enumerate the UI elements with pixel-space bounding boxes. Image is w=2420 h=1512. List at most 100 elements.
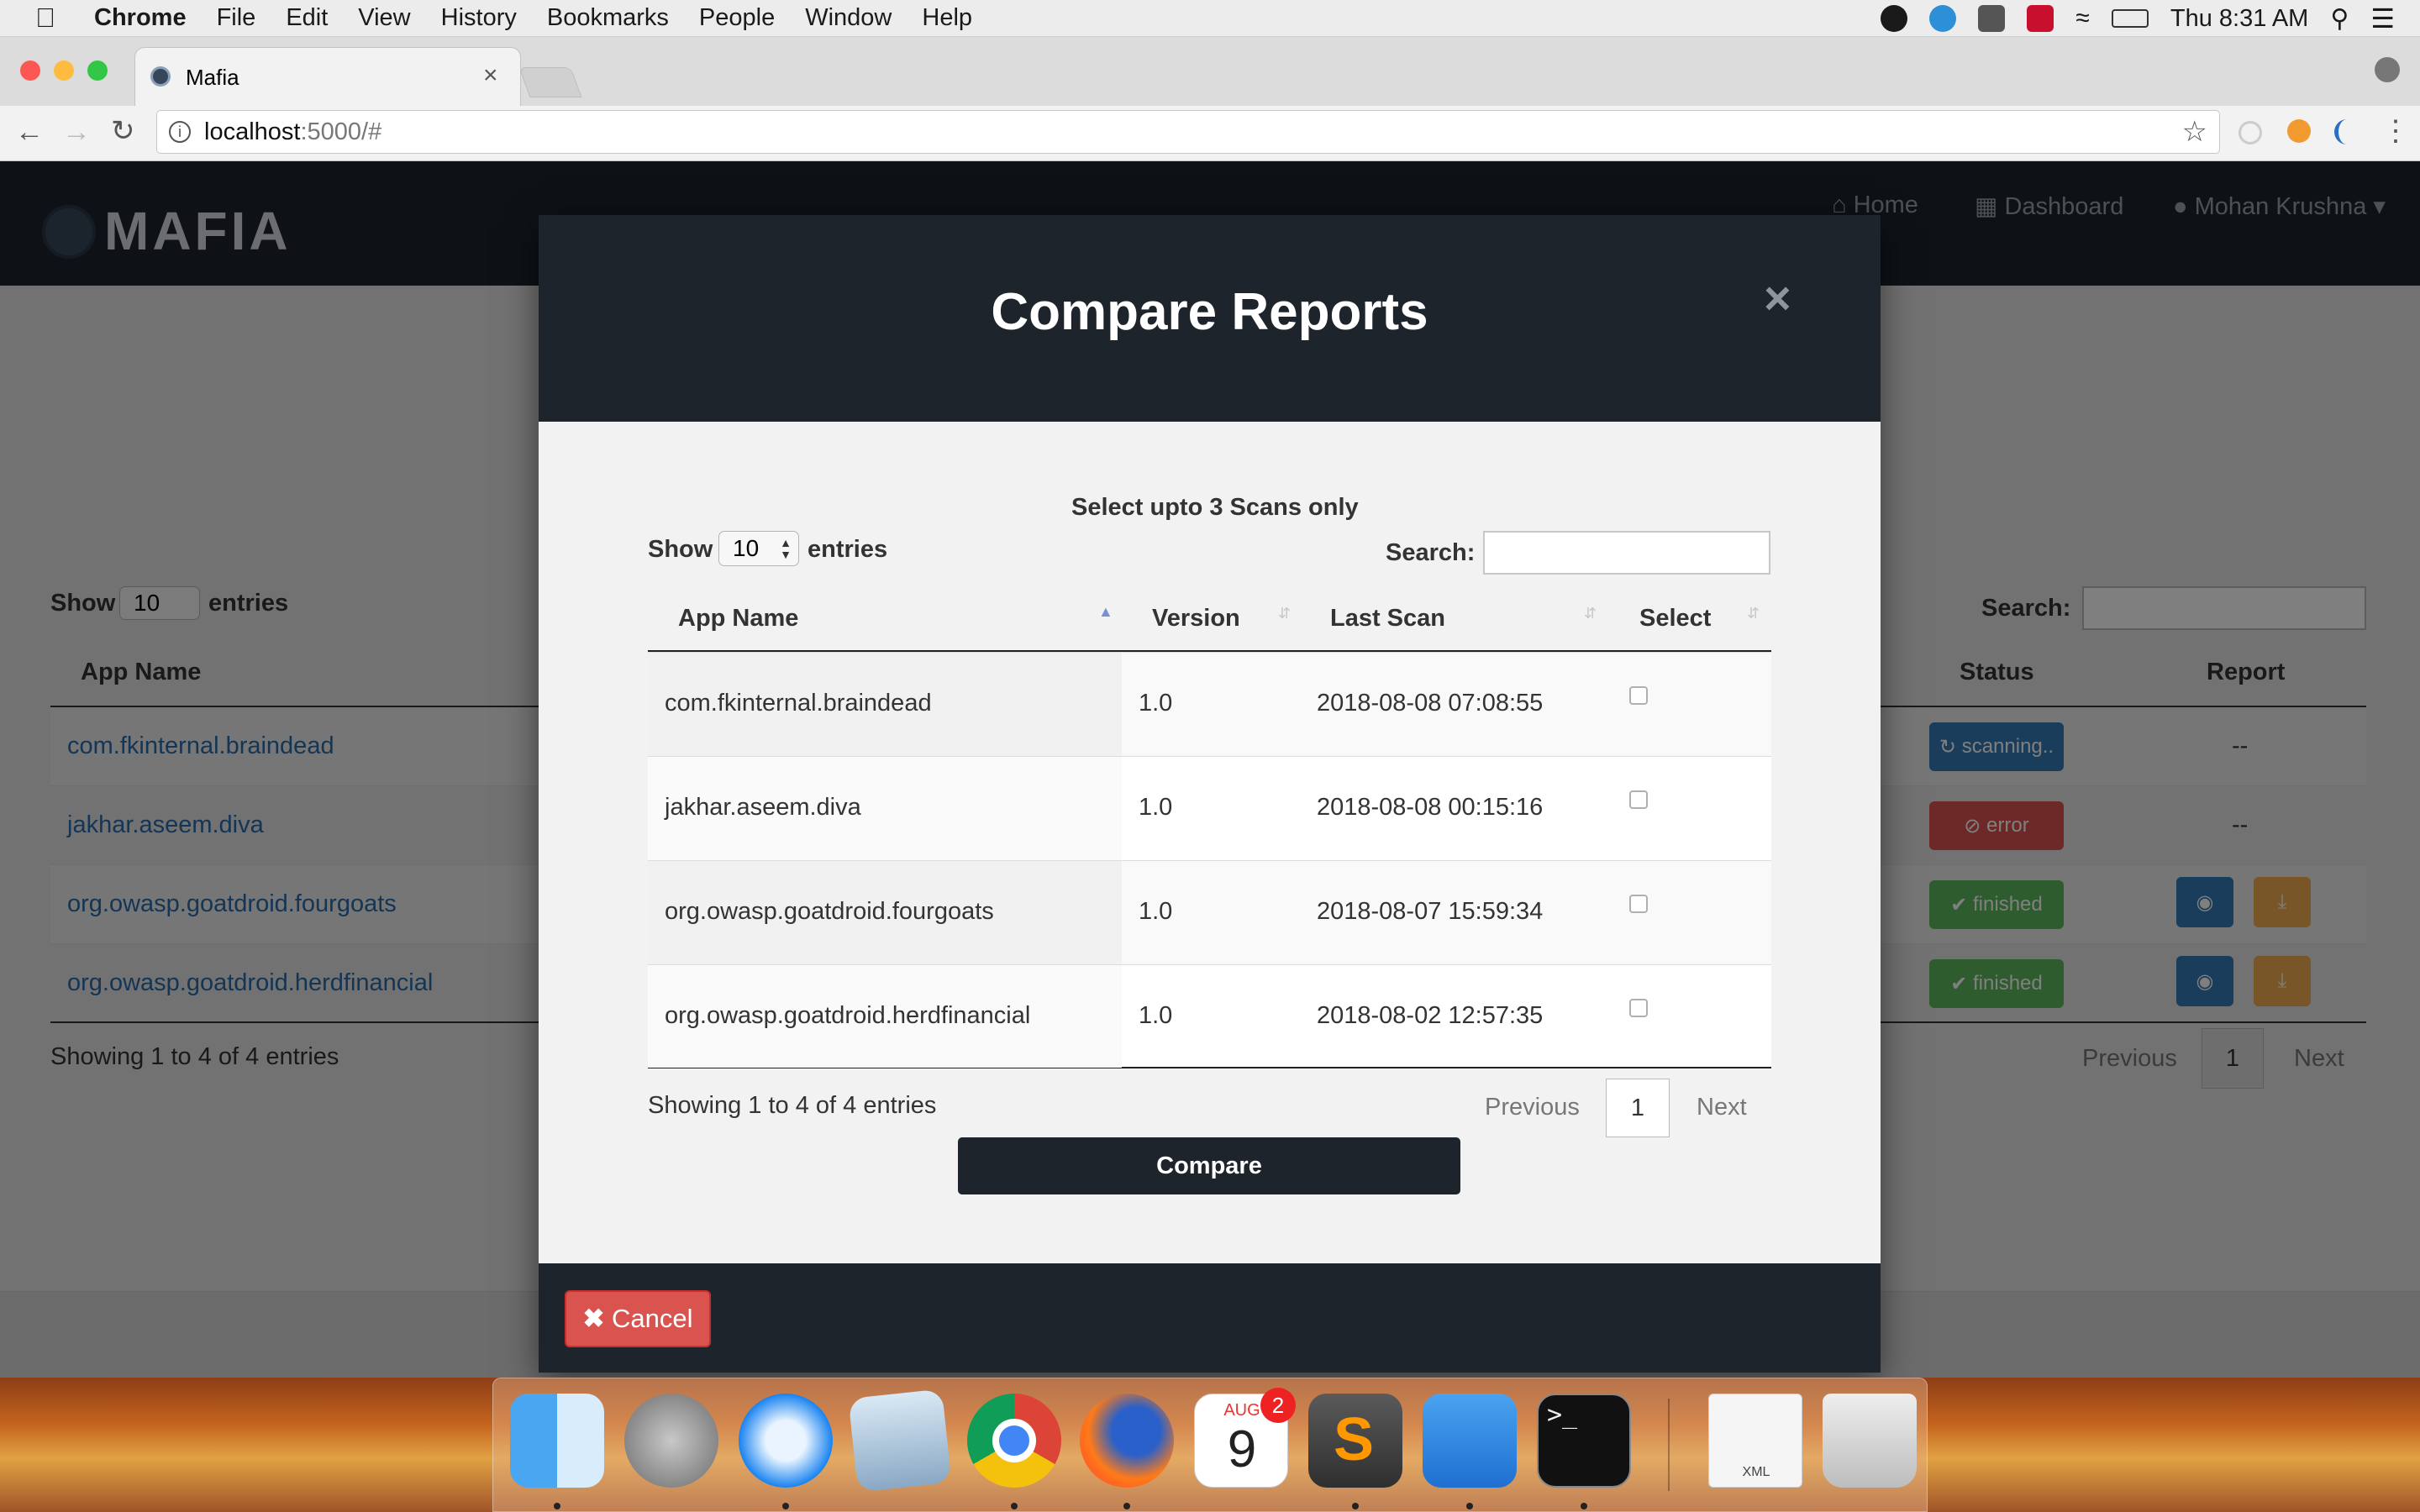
pagination-next[interactable]: Next bbox=[1697, 1094, 1747, 1121]
last-scan-cell: 2018-08-02 12:57:35 bbox=[1317, 1002, 1544, 1029]
menu-bookmarks[interactable]: Bookmarks bbox=[547, 4, 669, 32]
calendar-day: 9 bbox=[1227, 1420, 1257, 1478]
entries-select[interactable]: 10 ▲ ▼ bbox=[718, 531, 799, 566]
compare-reports-modal: Compare Reports × Select upto 3 Scans on… bbox=[539, 215, 1881, 1373]
select-checkbox[interactable] bbox=[1629, 790, 1648, 809]
header-app-name[interactable]: App Name bbox=[678, 605, 798, 633]
wifi-icon[interactable]: ≈ bbox=[2075, 4, 2089, 33]
table-info: Showing 1 to 4 of 4 entries bbox=[648, 1092, 937, 1119]
menu-file[interactable]: File bbox=[217, 4, 256, 32]
modal-footer: ✖ Cancel bbox=[539, 1263, 1881, 1373]
menu-history[interactable]: History bbox=[441, 4, 517, 32]
header-version[interactable]: Version bbox=[1152, 605, 1240, 633]
running-indicator bbox=[1123, 1503, 1130, 1509]
calendar-icon[interactable]: AUG 9 2 bbox=[1194, 1388, 1296, 1488]
menubar-clock[interactable]: Thu 8:31 AM bbox=[2170, 5, 2308, 33]
table-row: org.owasp.goatdroid.herdfinancial 1.0 20… bbox=[648, 964, 1771, 1068]
menu-view[interactable]: View bbox=[358, 4, 410, 32]
cancel-button[interactable]: ✖ Cancel bbox=[565, 1290, 711, 1347]
sublime-text-icon[interactable]: S bbox=[1308, 1394, 1402, 1488]
apple-icon[interactable]:  bbox=[35, 3, 55, 34]
extension-icon-2[interactable] bbox=[2287, 119, 2311, 143]
mail-icon[interactable] bbox=[848, 1389, 952, 1493]
chrome-icon[interactable] bbox=[967, 1394, 1061, 1488]
menu-window[interactable]: Window bbox=[805, 4, 892, 32]
app-name-cell: com.fkinternal.braindead bbox=[665, 690, 932, 717]
prompt-icon: >_ bbox=[1547, 1400, 1578, 1430]
docker-icon[interactable] bbox=[1978, 5, 2006, 32]
last-scan-cell: 2018-08-07 15:59:34 bbox=[1317, 898, 1544, 925]
profile-icon[interactable] bbox=[2375, 57, 2400, 82]
back-icon[interactable]: ← bbox=[15, 116, 44, 149]
close-icon: ✖ bbox=[582, 1304, 613, 1333]
info-icon[interactable]: i bbox=[169, 121, 191, 143]
version-cell: 1.0 bbox=[1139, 898, 1173, 925]
running-indicator bbox=[1011, 1503, 1018, 1509]
pagination-page[interactable]: 1 bbox=[1606, 1079, 1670, 1137]
select-checkbox[interactable] bbox=[1629, 999, 1648, 1017]
keynote-icon[interactable] bbox=[1423, 1394, 1517, 1488]
table-row: org.owasp.goatdroid.fourgoats 1.0 2018-0… bbox=[648, 860, 1771, 965]
notification-center-icon[interactable]: ☰ bbox=[2370, 3, 2395, 34]
safari-icon[interactable] bbox=[739, 1394, 833, 1488]
reload-icon[interactable]: ↻ bbox=[111, 114, 135, 148]
battery-icon[interactable] bbox=[2111, 9, 2149, 28]
header-select[interactable]: Select bbox=[1639, 605, 1711, 633]
extension-icon-1[interactable] bbox=[2238, 121, 2262, 144]
address-bar[interactable]: i localhost :5000/# ☆ bbox=[156, 110, 2220, 154]
browser-tab[interactable]: Mafia × bbox=[134, 47, 521, 106]
running-indicator bbox=[1581, 1503, 1587, 1509]
menu-app-name[interactable]: Chrome bbox=[94, 4, 187, 32]
tab-title: Mafia bbox=[186, 65, 239, 90]
select-checkbox[interactable] bbox=[1629, 686, 1648, 705]
close-icon[interactable]: × bbox=[1764, 270, 1791, 325]
extension-icon-3[interactable] bbox=[2334, 119, 2360, 144]
version-cell: 1.0 bbox=[1139, 1002, 1173, 1029]
spotlight-icon[interactable]: ⚲ bbox=[2330, 4, 2349, 34]
version-cell: 1.0 bbox=[1139, 794, 1173, 821]
dropbox-icon[interactable] bbox=[1929, 5, 1957, 32]
sublime-s-icon: S bbox=[1334, 1406, 1375, 1473]
bookmark-star-icon[interactable]: ☆ bbox=[2182, 115, 2207, 149]
close-window-button[interactable] bbox=[20, 60, 40, 81]
chrome-menu-icon[interactable]: ⋮ bbox=[2381, 114, 2410, 148]
new-tab-button[interactable] bbox=[518, 67, 582, 97]
select-checkbox[interactable] bbox=[1629, 895, 1648, 913]
browser-toolbar: ← → ↻ i localhost :5000/# ☆ ⋮ bbox=[0, 106, 2420, 161]
forward-icon[interactable]: → bbox=[62, 116, 91, 149]
menu-people[interactable]: People bbox=[699, 4, 775, 32]
firefox-icon[interactable] bbox=[1080, 1394, 1174, 1488]
launchpad-icon[interactable] bbox=[624, 1394, 718, 1488]
sort-both-icon: ⇵ bbox=[1747, 605, 1760, 622]
terminal-icon[interactable]: >_ bbox=[1537, 1394, 1631, 1488]
menu-edit[interactable]: Edit bbox=[286, 4, 328, 32]
zoom-window-button[interactable] bbox=[87, 60, 108, 81]
minimize-window-button[interactable] bbox=[54, 60, 74, 81]
finder-icon[interactable] bbox=[510, 1394, 604, 1488]
running-indicator bbox=[1352, 1503, 1359, 1509]
mac-menubar:  Chrome File Edit View History Bookmark… bbox=[0, 0, 2420, 37]
chrome-center-icon bbox=[992, 1419, 1036, 1462]
running-indicator bbox=[1466, 1503, 1473, 1509]
last-scan-cell: 2018-08-08 07:08:55 bbox=[1317, 690, 1544, 717]
url-path: :5000/# bbox=[300, 118, 382, 145]
pagination-previous[interactable]: Previous bbox=[1485, 1094, 1580, 1121]
running-indicator bbox=[554, 1503, 560, 1509]
modal-instruction: Select upto 3 Scans only bbox=[1071, 494, 1359, 521]
shield-icon[interactable] bbox=[2027, 5, 2054, 32]
running-indicator bbox=[782, 1503, 789, 1509]
trash-icon[interactable] bbox=[1823, 1394, 1917, 1488]
compare-button[interactable]: Compare bbox=[958, 1137, 1460, 1194]
tab-close-icon[interactable]: × bbox=[483, 61, 498, 90]
table-row: com.fkinternal.braindead 1.0 2018-08-08 … bbox=[648, 652, 1771, 757]
skype-icon[interactable] bbox=[1881, 5, 1908, 32]
modal-title: Compare Reports bbox=[991, 283, 1428, 341]
header-last-scan[interactable]: Last Scan bbox=[1330, 605, 1445, 633]
sort-both-icon: ⇵ bbox=[1584, 605, 1597, 622]
dock-separator bbox=[1668, 1399, 1670, 1491]
version-cell: 1.0 bbox=[1139, 690, 1173, 717]
xml-file-icon[interactable]: XML bbox=[1708, 1394, 1802, 1488]
app-name-cell: org.owasp.goatdroid.herdfinancial bbox=[665, 1002, 1031, 1029]
menu-help[interactable]: Help bbox=[922, 4, 972, 32]
search-input[interactable] bbox=[1483, 531, 1770, 575]
